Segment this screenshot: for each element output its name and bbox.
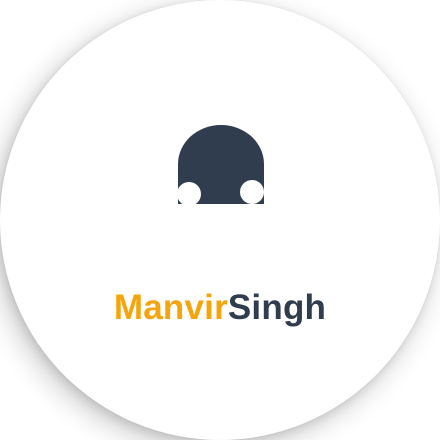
logo-badge: [0, 0, 440, 440]
logo-stage: ManvirSingh: [0, 0, 440, 440]
brand-wordmark: ManvirSingh: [0, 286, 440, 330]
mushroom-cap-icon: [176, 125, 266, 208]
brand-first-name: Manvir: [113, 288, 228, 327]
brand-last-name: Singh: [227, 288, 327, 327]
